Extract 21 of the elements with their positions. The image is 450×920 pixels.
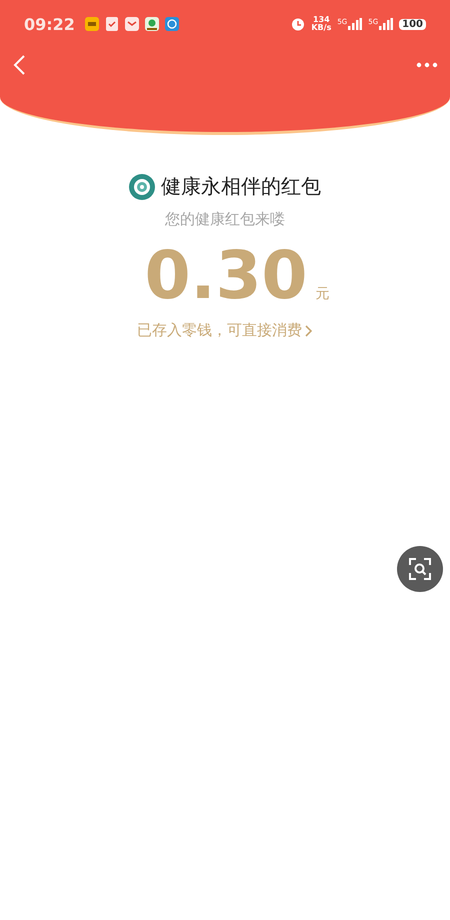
network-speed: 134 xyxy=(313,16,330,24)
scan-button[interactable] xyxy=(397,546,443,592)
signal-icon xyxy=(348,18,362,30)
clipboard-icon xyxy=(104,17,119,31)
chat-icon xyxy=(164,17,179,31)
sender-logo-icon xyxy=(129,174,155,200)
scan-icon xyxy=(408,557,432,581)
mail-icon xyxy=(124,17,139,31)
more-icon[interactable] xyxy=(416,62,438,68)
packet-subtitle: 您的健康红包来喽 xyxy=(165,210,285,229)
signal-icon xyxy=(379,18,394,30)
battery-level: 100 xyxy=(399,18,426,30)
currency-unit: 元 xyxy=(315,285,330,303)
network-speed-unit: KB/s xyxy=(311,24,332,32)
clock-time: 09:22 xyxy=(24,14,75,34)
wallet-link[interactable]: 已存入零钱，可直接消费 xyxy=(137,321,313,340)
packet-title: 健康永相伴的红包 xyxy=(161,173,321,200)
back-icon[interactable] xyxy=(12,54,26,76)
alarm-icon xyxy=(291,17,306,31)
amount: 0.30 xyxy=(144,243,308,309)
chevron-right-icon xyxy=(304,324,313,338)
